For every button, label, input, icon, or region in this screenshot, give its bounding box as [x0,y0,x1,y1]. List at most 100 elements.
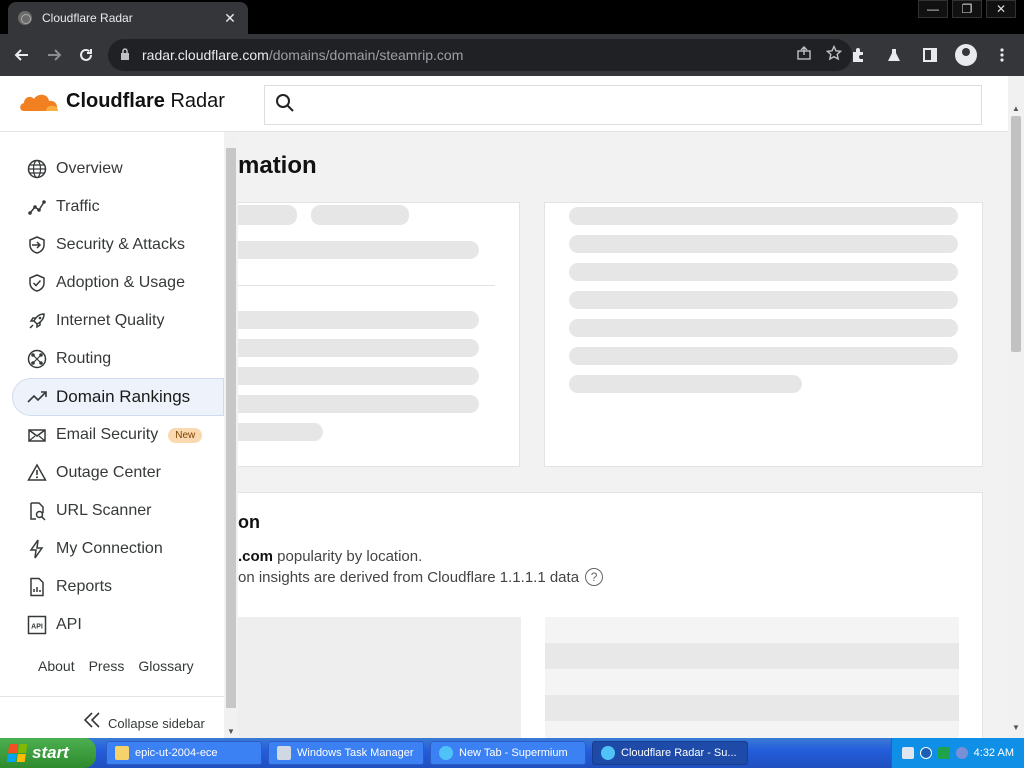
flask-icon[interactable] [878,39,910,71]
main-content: mation on .com popularity by location. o… [224,132,1008,738]
reload-icon[interactable] [70,39,102,71]
browser-icon [439,746,453,760]
sidebar-nav: Overview Traffic Security & Attacks Adop… [0,150,224,644]
scroll-down-arrow-icon[interactable]: ▼ [1012,723,1020,732]
sidebar-item-routing[interactable]: Routing [0,340,224,378]
about-link[interactable]: About [38,658,75,674]
site-header: Cloudflare Radar [0,76,1008,132]
site-search-box[interactable] [264,85,982,125]
restore-button[interactable]: ❐ [952,0,982,18]
taskbar-item-cloudflare-radar[interactable]: Cloudflare Radar - Su... [592,741,748,765]
share-icon[interactable] [796,45,812,65]
warning-icon [26,462,48,484]
sidebar-item-internet-quality[interactable]: Internet Quality [0,302,224,340]
url-scanner-icon [26,500,48,522]
forward-arrow-icon[interactable] [38,39,70,71]
sidebar-footer-links: About Press Glossary [38,658,194,674]
help-question-icon[interactable]: ? [585,568,604,586]
sidebar-item-reports[interactable]: Reports [0,568,224,606]
tab-favicon-icon [18,11,32,25]
volume-icon[interactable] [955,747,968,759]
kebab-menu-icon[interactable] [986,39,1018,71]
tab-title: Cloudflare Radar [42,11,133,25]
taskbar-item-folder[interactable]: epic-ut-2004-ece [106,741,262,765]
section-title: mation [238,152,317,179]
system-tray: 4:32 AM [890,738,1024,768]
sidebar-item-overview[interactable]: Overview [0,150,224,188]
sidebar-divider [0,696,224,697]
brand-name: Cloudflare Radar [66,90,225,112]
page-scrollbar[interactable]: ▲ ▼ [1008,76,1024,738]
glossary-link[interactable]: Glossary [138,658,193,674]
routing-icon [26,348,48,370]
lock-icon [120,47,134,63]
skeleton-bar [569,263,958,281]
sidebar-item-security-attacks[interactable]: Security & Attacks [0,226,224,264]
side-panel-icon[interactable] [914,39,946,71]
skeleton-bar [311,205,409,225]
search-input[interactable] [305,86,981,124]
cloudflare-radar-logo[interactable]: Cloudflare Radar [18,90,225,113]
sidebar-item-outage-center[interactable]: Outage Center [0,454,224,492]
folder-icon [115,746,129,760]
clock: 4:32 AM [973,747,1014,759]
scroll-up-arrow-icon[interactable]: ▲ [1012,104,1020,113]
close-window-button[interactable]: ✕ [986,0,1016,18]
sidebar-scrollbar[interactable]: ▼ [224,132,238,738]
sidebar-item-domain-rankings[interactable]: Domain Rankings [12,378,224,416]
taskbar-item-task-manager[interactable]: Windows Task Manager [268,741,424,765]
sidebar-item-my-connection[interactable]: My Connection [0,530,224,568]
taskbar-item-new-tab[interactable]: New Tab - Supermium [430,741,586,765]
skeleton-bar [224,311,479,329]
sidebar-item-url-scanner[interactable]: URL Scanner [0,492,224,530]
task-manager-icon [277,746,291,760]
geo-popularity-card [224,492,983,738]
sidebar-item-adoption-usage[interactable]: Adoption & Usage [0,264,224,302]
browser-tab[interactable]: Cloudflare Radar ✕ [8,2,248,34]
windows-taskbar: start epic-ut-2004-ece Windows Task Mana… [0,738,1024,768]
network-icon[interactable] [937,747,950,759]
skeleton-bar [569,347,958,365]
sidebar-scrollbar-thumb[interactable] [226,148,236,708]
browser-icon [601,746,615,760]
window-controls: — ❐ ✕ [914,0,1016,18]
scroll-down-arrow-icon[interactable]: ▼ [227,727,235,736]
minimize-button[interactable]: — [918,0,948,18]
traffic-line-icon [26,196,48,218]
shield-arrow-icon [26,234,48,256]
tray-expand-icon[interactable] [919,747,932,759]
globe-icon [26,158,48,180]
sidebar-item-email-security[interactable]: Email Security New [0,416,224,454]
keyboard-icon[interactable] [901,747,914,759]
geo-description: .com popularity by location. [238,548,423,565]
domain-info-card [224,202,520,467]
geo-section-title: on [238,512,260,532]
address-bar[interactable]: radar.cloudflare.com/domains/domain/stea… [108,39,852,71]
extensions-puzzle-icon[interactable] [842,39,874,71]
tab-close-icon[interactable]: ✕ [222,10,238,27]
card-divider [224,285,495,286]
page-scrollbar-thumb[interactable] [1011,116,1021,352]
skeleton-bar [224,423,323,441]
sidebar: Overview Traffic Security & Attacks Adop… [0,132,238,738]
skeleton-bar [569,375,802,393]
collapse-sidebar-label: Collapse sidebar [108,715,205,731]
collapse-sidebar-button[interactable]: Collapse sidebar [82,710,205,736]
press-link[interactable]: Press [89,658,125,674]
url-host: radar.cloudflare.com [142,47,269,63]
envelope-icon [26,424,48,446]
rocket-icon [26,310,48,332]
back-arrow-icon[interactable] [6,39,38,71]
windows-flag-icon [6,744,28,762]
api-icon: API [26,614,48,636]
skeleton-map [225,617,521,738]
skeleton-bar [569,319,958,337]
profile-avatar-icon[interactable] [950,39,982,71]
start-button[interactable]: start [0,738,96,768]
sidebar-item-traffic[interactable]: Traffic [0,188,224,226]
skeleton-row [545,695,959,721]
sidebar-item-api[interactable]: API API [0,606,224,644]
bookmark-star-icon[interactable] [825,44,843,65]
bolt-icon [26,538,48,560]
url-path: /domains/domain/steamrip.com [268,47,464,63]
